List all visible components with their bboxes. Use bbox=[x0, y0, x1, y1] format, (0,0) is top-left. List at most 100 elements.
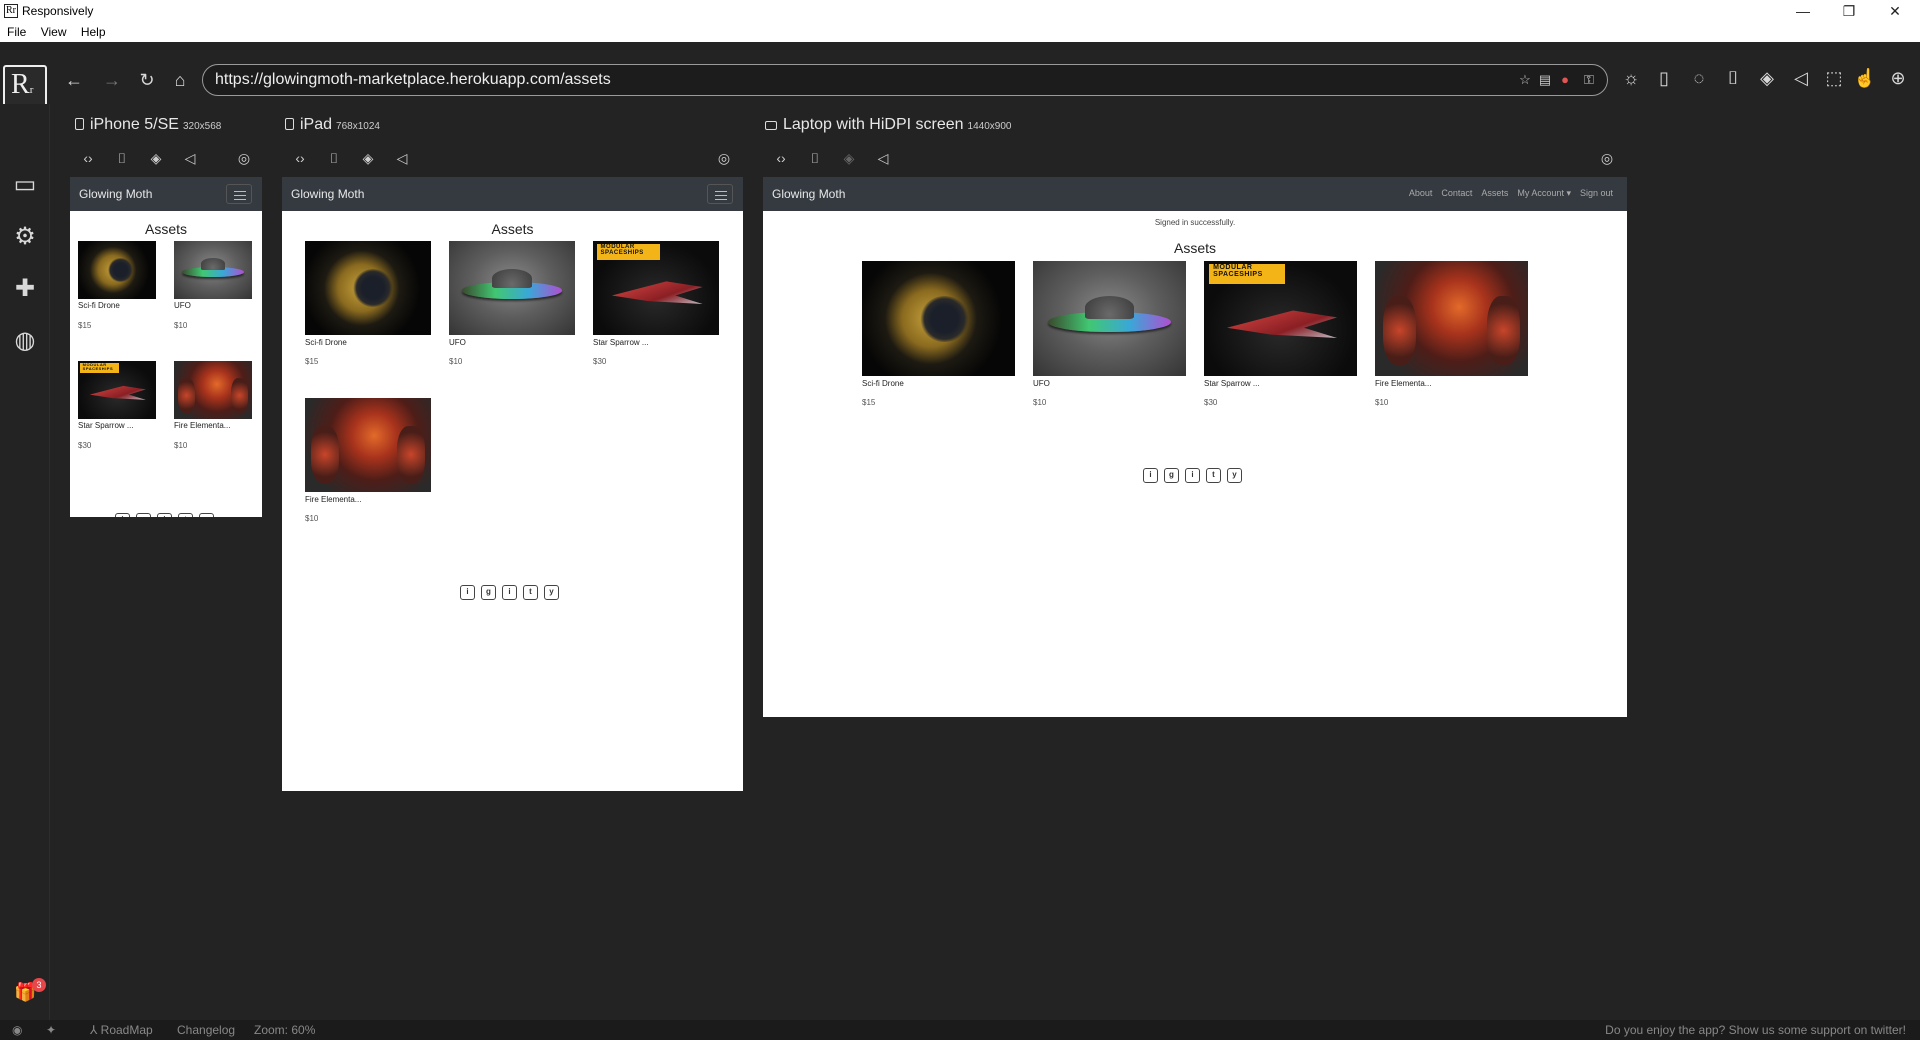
github-icon[interactable]: ◉ bbox=[12, 1020, 22, 1040]
instagram-icon[interactable]: i bbox=[1185, 468, 1200, 483]
nav-assets[interactable]: Assets bbox=[1481, 188, 1508, 198]
asset-name[interactable]: Fire Elementa... bbox=[1375, 379, 1431, 388]
mouse-inspect-icon[interactable]: ▯ bbox=[1652, 68, 1676, 88]
screenshot-camera-icon[interactable]: ⌷ bbox=[805, 150, 825, 167]
scroll-sync-icon[interactable]: ◎ bbox=[234, 150, 254, 167]
hamburger-menu-icon[interactable] bbox=[226, 184, 252, 204]
asset-name[interactable]: Fire Elementa... bbox=[174, 421, 230, 430]
asset-name[interactable]: Sci-fi Drone bbox=[78, 301, 120, 310]
clear-cookies-icon[interactable]: ● bbox=[1557, 72, 1573, 87]
asset-name[interactable]: UFO bbox=[1033, 379, 1050, 388]
devtools-code-icon[interactable]: ‹› bbox=[290, 150, 310, 166]
linkedin-icon[interactable]: i bbox=[1143, 468, 1158, 483]
twitter-icon[interactable]: ✦ bbox=[46, 1020, 56, 1040]
asset-image[interactable] bbox=[1375, 261, 1528, 376]
mute-audio-icon[interactable]: ◁ bbox=[180, 150, 200, 167]
home-icon[interactable]: ⌂ bbox=[168, 70, 192, 90]
screenshot-camera-icon[interactable]: ⌷ bbox=[112, 150, 132, 167]
url-input[interactable] bbox=[215, 70, 1515, 90]
youtube-icon[interactable]: y bbox=[199, 513, 214, 517]
instagram-icon[interactable]: i bbox=[502, 585, 517, 600]
zoom-in-icon[interactable]: ⊕ bbox=[1886, 68, 1910, 88]
brightness-icon[interactable]: ☼ bbox=[1619, 68, 1643, 88]
nav-sign-out[interactable]: Sign out bbox=[1580, 188, 1613, 198]
minimize-button[interactable]: — bbox=[1780, 0, 1826, 22]
close-button[interactable]: ✕ bbox=[1872, 0, 1918, 22]
telegram-icon[interactable]: t bbox=[178, 513, 193, 517]
github-icon[interactable]: g bbox=[481, 585, 496, 600]
forward-arrow-icon[interactable]: → bbox=[100, 70, 124, 90]
browser-globe-icon[interactable]: ◍ bbox=[10, 326, 40, 356]
changelog-link[interactable]: Changelog bbox=[177, 1020, 235, 1040]
screenshot-camera-icon[interactable]: ⌷ bbox=[1721, 68, 1745, 88]
bookmark-star-icon[interactable]: ☆ bbox=[1517, 72, 1533, 88]
asset-name[interactable]: Sci-fi Drone bbox=[305, 338, 347, 347]
nav-my-account[interactable]: My Account ▾ bbox=[1517, 188, 1571, 198]
mute-audio-icon[interactable]: ◁ bbox=[873, 150, 893, 167]
nav-contact[interactable]: Contact bbox=[1441, 188, 1472, 198]
youtube-icon[interactable]: y bbox=[544, 585, 559, 600]
scroll-sync-icon[interactable]: ◎ bbox=[1597, 150, 1617, 167]
site-brand[interactable]: Glowing Moth bbox=[291, 187, 364, 201]
nav-about[interactable]: About bbox=[1409, 188, 1433, 198]
asset-image[interactable]: MODULAR SPACESHIPS bbox=[1204, 261, 1357, 376]
telegram-icon[interactable]: t bbox=[1206, 468, 1221, 483]
asset-image[interactable] bbox=[449, 241, 575, 335]
rotate-icon[interactable]: ◈ bbox=[358, 150, 378, 167]
linkedin-icon[interactable]: i bbox=[460, 585, 475, 600]
asset-image[interactable] bbox=[305, 398, 431, 492]
asset-image[interactable] bbox=[305, 241, 431, 335]
tablet-icon bbox=[285, 118, 294, 130]
asset-name[interactable]: Star Sparrow ... bbox=[1204, 379, 1260, 388]
back-arrow-icon[interactable]: ← bbox=[62, 70, 86, 90]
asset-image[interactable]: MODULAR SPACESHIPS bbox=[78, 361, 156, 419]
permissions-icon[interactable]: ⚿ bbox=[1581, 72, 1597, 88]
menu-file[interactable]: File bbox=[7, 22, 26, 42]
reload-icon[interactable]: ↻ bbox=[135, 70, 159, 90]
scroll-sync-icon[interactable]: ◎ bbox=[714, 150, 734, 167]
instagram-icon[interactable]: i bbox=[157, 513, 172, 517]
asset-name[interactable]: Star Sparrow ... bbox=[593, 338, 649, 347]
devtools-code-icon[interactable]: ‹› bbox=[771, 150, 791, 166]
roadmap-link[interactable]: ⅄ RoadMap bbox=[90, 1020, 153, 1040]
telegram-icon[interactable]: t bbox=[523, 585, 538, 600]
touch-pointer-icon[interactable]: ☝ bbox=[1853, 68, 1877, 88]
site-brand[interactable]: Glowing Moth bbox=[772, 187, 845, 201]
hamburger-menu-icon[interactable] bbox=[707, 184, 733, 204]
asset-image[interactable]: MODULAR SPACESHIPS bbox=[593, 241, 719, 335]
mouse-icon[interactable]: ◌ bbox=[1687, 68, 1711, 88]
page-heading: Assets bbox=[144, 221, 187, 237]
rotate-devices-icon[interactable]: ◈ bbox=[1755, 68, 1779, 88]
asset-price: $30 bbox=[78, 441, 92, 450]
asset-name[interactable]: Sci-fi Drone bbox=[862, 379, 904, 388]
laptop-icon bbox=[765, 121, 777, 130]
asset-image[interactable] bbox=[862, 261, 1015, 376]
menu-help[interactable]: Help bbox=[81, 22, 106, 42]
extensions-puzzle-icon[interactable]: ✚ bbox=[10, 274, 40, 304]
asset-name[interactable]: Fire Elementa... bbox=[305, 495, 361, 504]
asset-name[interactable]: Star Sparrow ... bbox=[78, 421, 134, 430]
github-icon[interactable]: g bbox=[136, 513, 151, 517]
inspect-element-icon[interactable]: ⬚ bbox=[1822, 68, 1846, 88]
asset-image[interactable] bbox=[78, 241, 156, 299]
asset-image[interactable] bbox=[1033, 261, 1186, 376]
restore-button[interactable]: ❐ bbox=[1826, 0, 1872, 22]
screenshot-camera-icon[interactable]: ⌷ bbox=[324, 150, 344, 167]
rotate-icon[interactable]: ◈ bbox=[146, 150, 166, 167]
youtube-icon[interactable]: y bbox=[1227, 468, 1242, 483]
clear-storage-icon[interactable]: ▤ bbox=[1537, 72, 1553, 88]
asset-name[interactable]: UFO bbox=[449, 338, 466, 347]
github-icon[interactable]: g bbox=[1164, 468, 1179, 483]
asset-image[interactable] bbox=[174, 241, 252, 299]
support-message[interactable]: Do you enjoy the app? Show us some suppo… bbox=[1605, 1020, 1906, 1040]
mute-audio-icon[interactable]: ◁ bbox=[1789, 68, 1813, 88]
mute-audio-icon[interactable]: ◁ bbox=[392, 150, 412, 167]
menu-view[interactable]: View bbox=[41, 22, 67, 42]
asset-image[interactable] bbox=[174, 361, 252, 419]
linkedin-icon[interactable]: i bbox=[115, 513, 130, 517]
settings-gear-icon[interactable]: ⚙ bbox=[10, 222, 40, 252]
asset-name[interactable]: UFO bbox=[174, 301, 191, 310]
devices-icon[interactable]: ▭ bbox=[10, 170, 40, 200]
devtools-code-icon[interactable]: ‹› bbox=[78, 150, 98, 166]
site-brand[interactable]: Glowing Moth bbox=[79, 187, 152, 201]
